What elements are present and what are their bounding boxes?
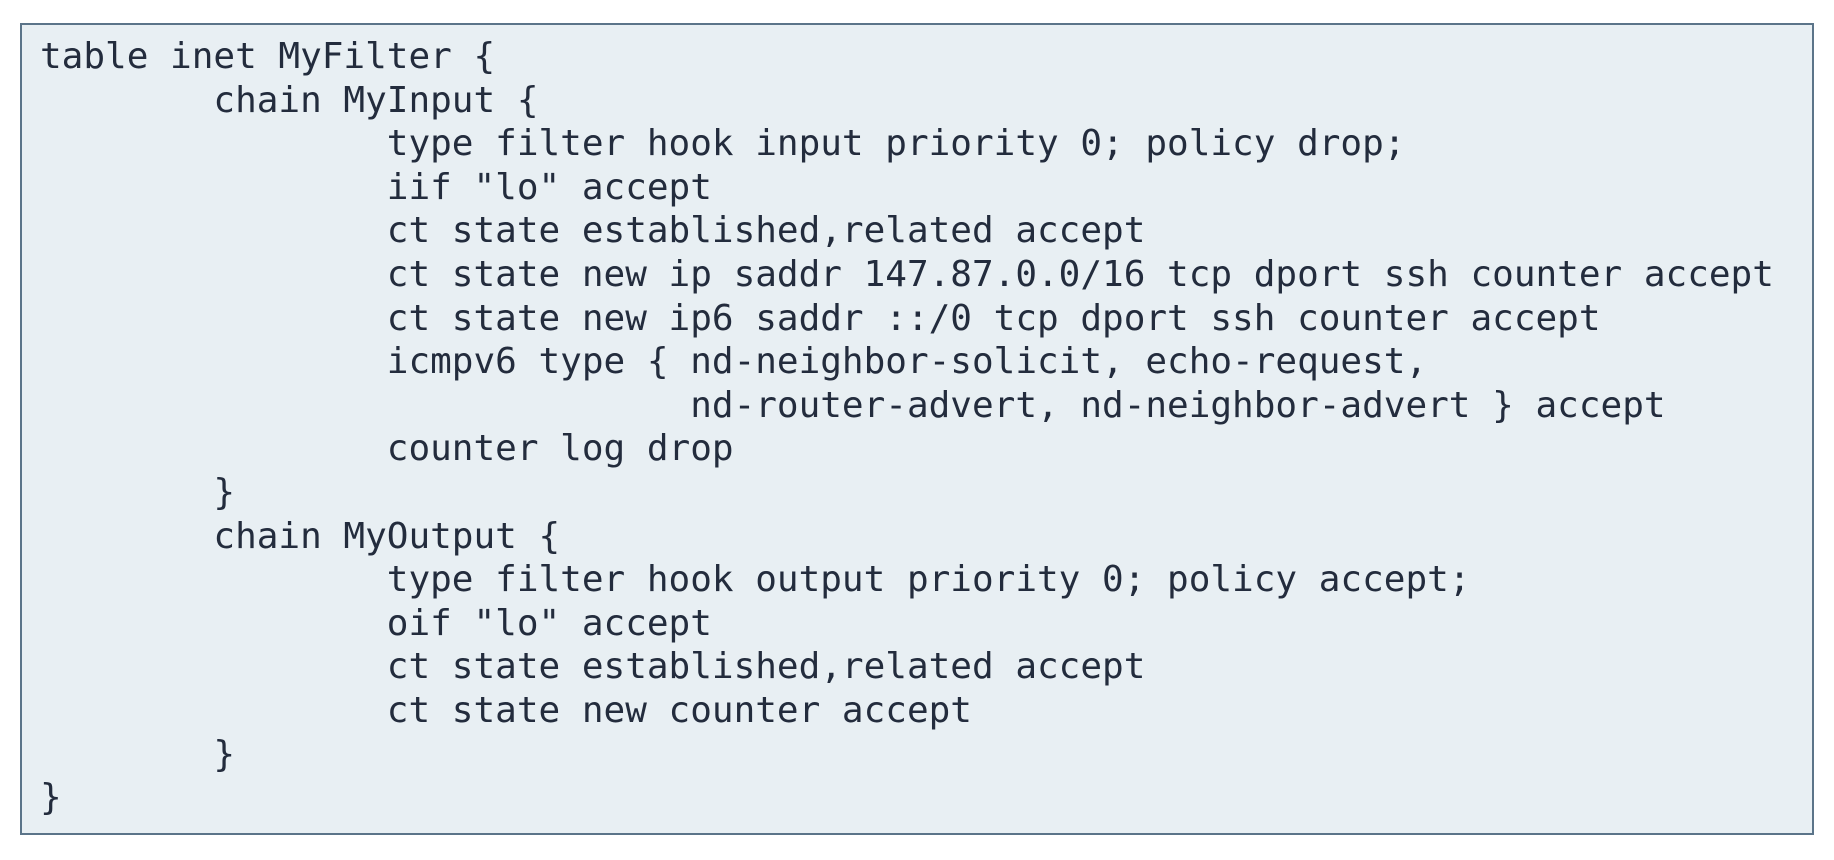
code-line: ct state established,related accept: [40, 646, 1146, 688]
code-line: ct state established,related accept: [40, 210, 1146, 252]
nftables-config-code: table inet MyFilter { chain MyInput { ty…: [40, 35, 1774, 820]
code-line: chain MyOutput {: [40, 515, 561, 557]
code-line: counter log drop: [40, 428, 734, 470]
code-line: type filter hook output priority 0; poli…: [40, 559, 1471, 601]
code-line: chain MyInput {: [40, 79, 539, 121]
code-line: table inet MyFilter {: [40, 36, 496, 77]
code-block: table inet MyFilter { chain MyInput { ty…: [20, 23, 1814, 835]
code-line: ct state new counter accept: [40, 689, 972, 731]
code-line: iif "lo" accept: [40, 166, 712, 208]
code-line: nd-router-advert, nd-neighbor-advert } a…: [40, 384, 1666, 426]
code-line: }: [40, 471, 236, 513]
code-line: type filter hook input priority 0; polic…: [40, 123, 1406, 165]
code-line: }: [40, 777, 62, 819]
code-line: }: [40, 733, 236, 775]
code-line: oif "lo" accept: [40, 602, 712, 644]
code-line: ct state new ip saddr 147.87.0.0/16 tcp …: [40, 253, 1774, 295]
code-line: icmpv6 type { nd-neighbor-solicit, echo-…: [40, 341, 1428, 383]
code-line: ct state new ip6 saddr ::/0 tcp dport ss…: [40, 297, 1601, 339]
